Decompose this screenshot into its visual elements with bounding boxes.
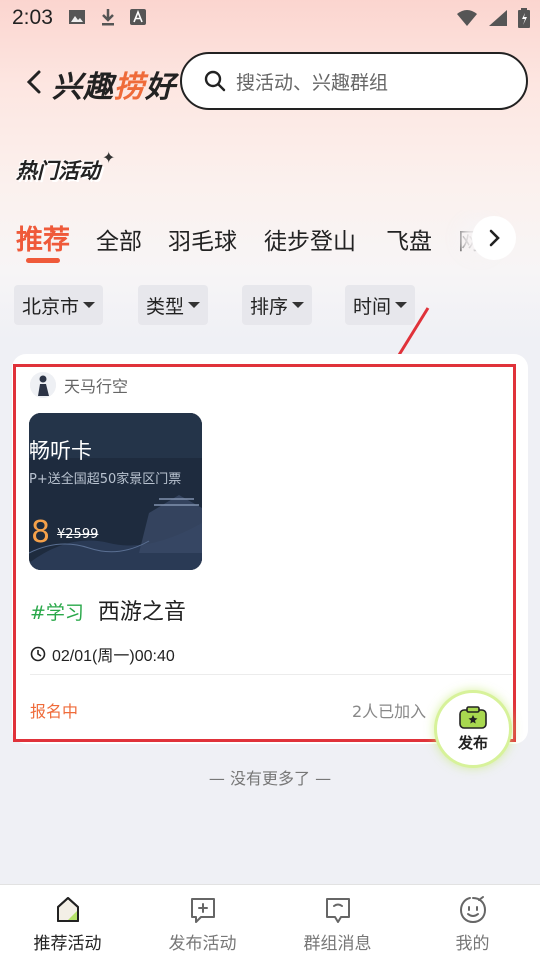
section-title: 热门活动 — [16, 159, 100, 183]
app-header: 兴趣捞好 搜活动、兴趣群组 — [0, 50, 540, 114]
nav-messages[interactable]: 群组消息 — [270, 895, 405, 954]
chevron-right-icon — [489, 229, 500, 247]
bottom-nav: 推荐活动 发布活动 群组消息 我的 — [0, 884, 540, 960]
nav-me[interactable]: 我的 — [405, 895, 540, 954]
filter-city-label: 北京市 — [22, 295, 80, 318]
avatar — [30, 372, 56, 398]
tab-hiking[interactable]: 徒步登山 — [264, 222, 356, 256]
caret-down-icon — [83, 302, 96, 308]
nav-publish[interactable]: 发布活动 — [135, 895, 270, 954]
font-icon — [130, 9, 146, 25]
status-bar: 2:03 — [0, 0, 540, 36]
clock-icon — [30, 646, 46, 662]
category-tabs: 推荐 全部 羽毛球 徒步登山 飞盘 网 — [0, 210, 540, 270]
activity-time-text: 02/01(周一)00:40 — [52, 648, 175, 665]
filter-type-label: 类型 — [146, 295, 185, 318]
chevron-left-icon — [26, 70, 41, 94]
caret-down-icon — [188, 302, 201, 308]
tab-recommend[interactable]: 推荐 — [16, 218, 70, 257]
activity-time: 02/01(周一)00:40 — [30, 642, 175, 666]
filter-type[interactable]: 类型 — [138, 285, 209, 325]
filter-sort-label: 排序 — [250, 295, 289, 318]
nav-recommend-label: 推荐活动 — [33, 934, 102, 954]
status-time: 2:03 — [12, 6, 53, 29]
search-placeholder: 搜活动、兴趣群组 — [236, 71, 389, 94]
chat-icon — [325, 898, 350, 923]
publish-button-label: 发布 — [457, 733, 488, 752]
nav-me-label: 我的 — [455, 934, 490, 954]
author-name: 天马行空 — [64, 377, 129, 396]
nav-recommend[interactable]: 推荐活动 — [0, 895, 135, 954]
activity-title: 西游之音 — [97, 600, 186, 625]
tab-frisbee[interactable]: 飞盘 — [386, 222, 432, 256]
signal-icon — [489, 10, 507, 26]
logo-text-tail: 好 — [145, 70, 176, 105]
card-divider — [30, 674, 512, 675]
cover-subtitle: P+送全国超50家景区门票 — [29, 472, 182, 487]
activity-cover-image[interactable]: 畅听卡 P+送全国超50家景区门票 8 ¥2599 — [29, 413, 202, 570]
back-button[interactable] — [20, 66, 48, 98]
activity-author[interactable]: 天马行空 — [30, 372, 128, 398]
search-input[interactable]: 搜活动、兴趣群组 — [180, 52, 528, 110]
active-tab-indicator — [26, 258, 60, 263]
sparkle-icon: ✦ — [102, 148, 116, 167]
search-icon — [204, 70, 226, 92]
cover-original-price: ¥2599 — [57, 527, 99, 542]
nav-messages-label: 群组消息 — [303, 934, 372, 954]
activity-heading: #学习 西游之音 — [30, 594, 186, 626]
joined-count: 2人已加入 — [352, 702, 427, 721]
logo-text-main: 兴趣 — [52, 70, 114, 105]
tab-badminton[interactable]: 羽毛球 — [168, 222, 237, 256]
filter-sort[interactable]: 排序 — [242, 285, 313, 325]
caret-down-icon — [292, 302, 305, 308]
app-logo: 兴趣捞好 — [52, 62, 176, 106]
publish-button[interactable]: 发布 — [434, 690, 512, 768]
cover-title: 畅听卡 — [29, 439, 92, 463]
camera-icon — [459, 705, 487, 729]
tab-all[interactable]: 全部 — [96, 222, 142, 256]
status-badge: 报名中 — [30, 702, 79, 721]
nav-publish-label: 发布活动 — [168, 934, 237, 954]
battery-icon — [518, 8, 530, 28]
cover-price: 8 — [31, 515, 51, 550]
logo-text-accent: 捞 — [114, 70, 145, 105]
wifi-icon — [457, 10, 477, 26]
add-square-icon — [190, 898, 215, 923]
home-icon — [56, 897, 79, 922]
download-icon — [102, 9, 114, 26]
smiley-icon — [459, 896, 486, 924]
tabs-more-button[interactable] — [472, 216, 516, 260]
activity-tag[interactable]: #学习 — [30, 598, 84, 625]
filter-city[interactable]: 北京市 — [14, 285, 104, 325]
filter-bar: 北京市 类型 排序 时间 — [0, 285, 540, 325]
image-icon — [69, 10, 85, 24]
no-more-text: — 没有更多了 — — [208, 769, 332, 788]
